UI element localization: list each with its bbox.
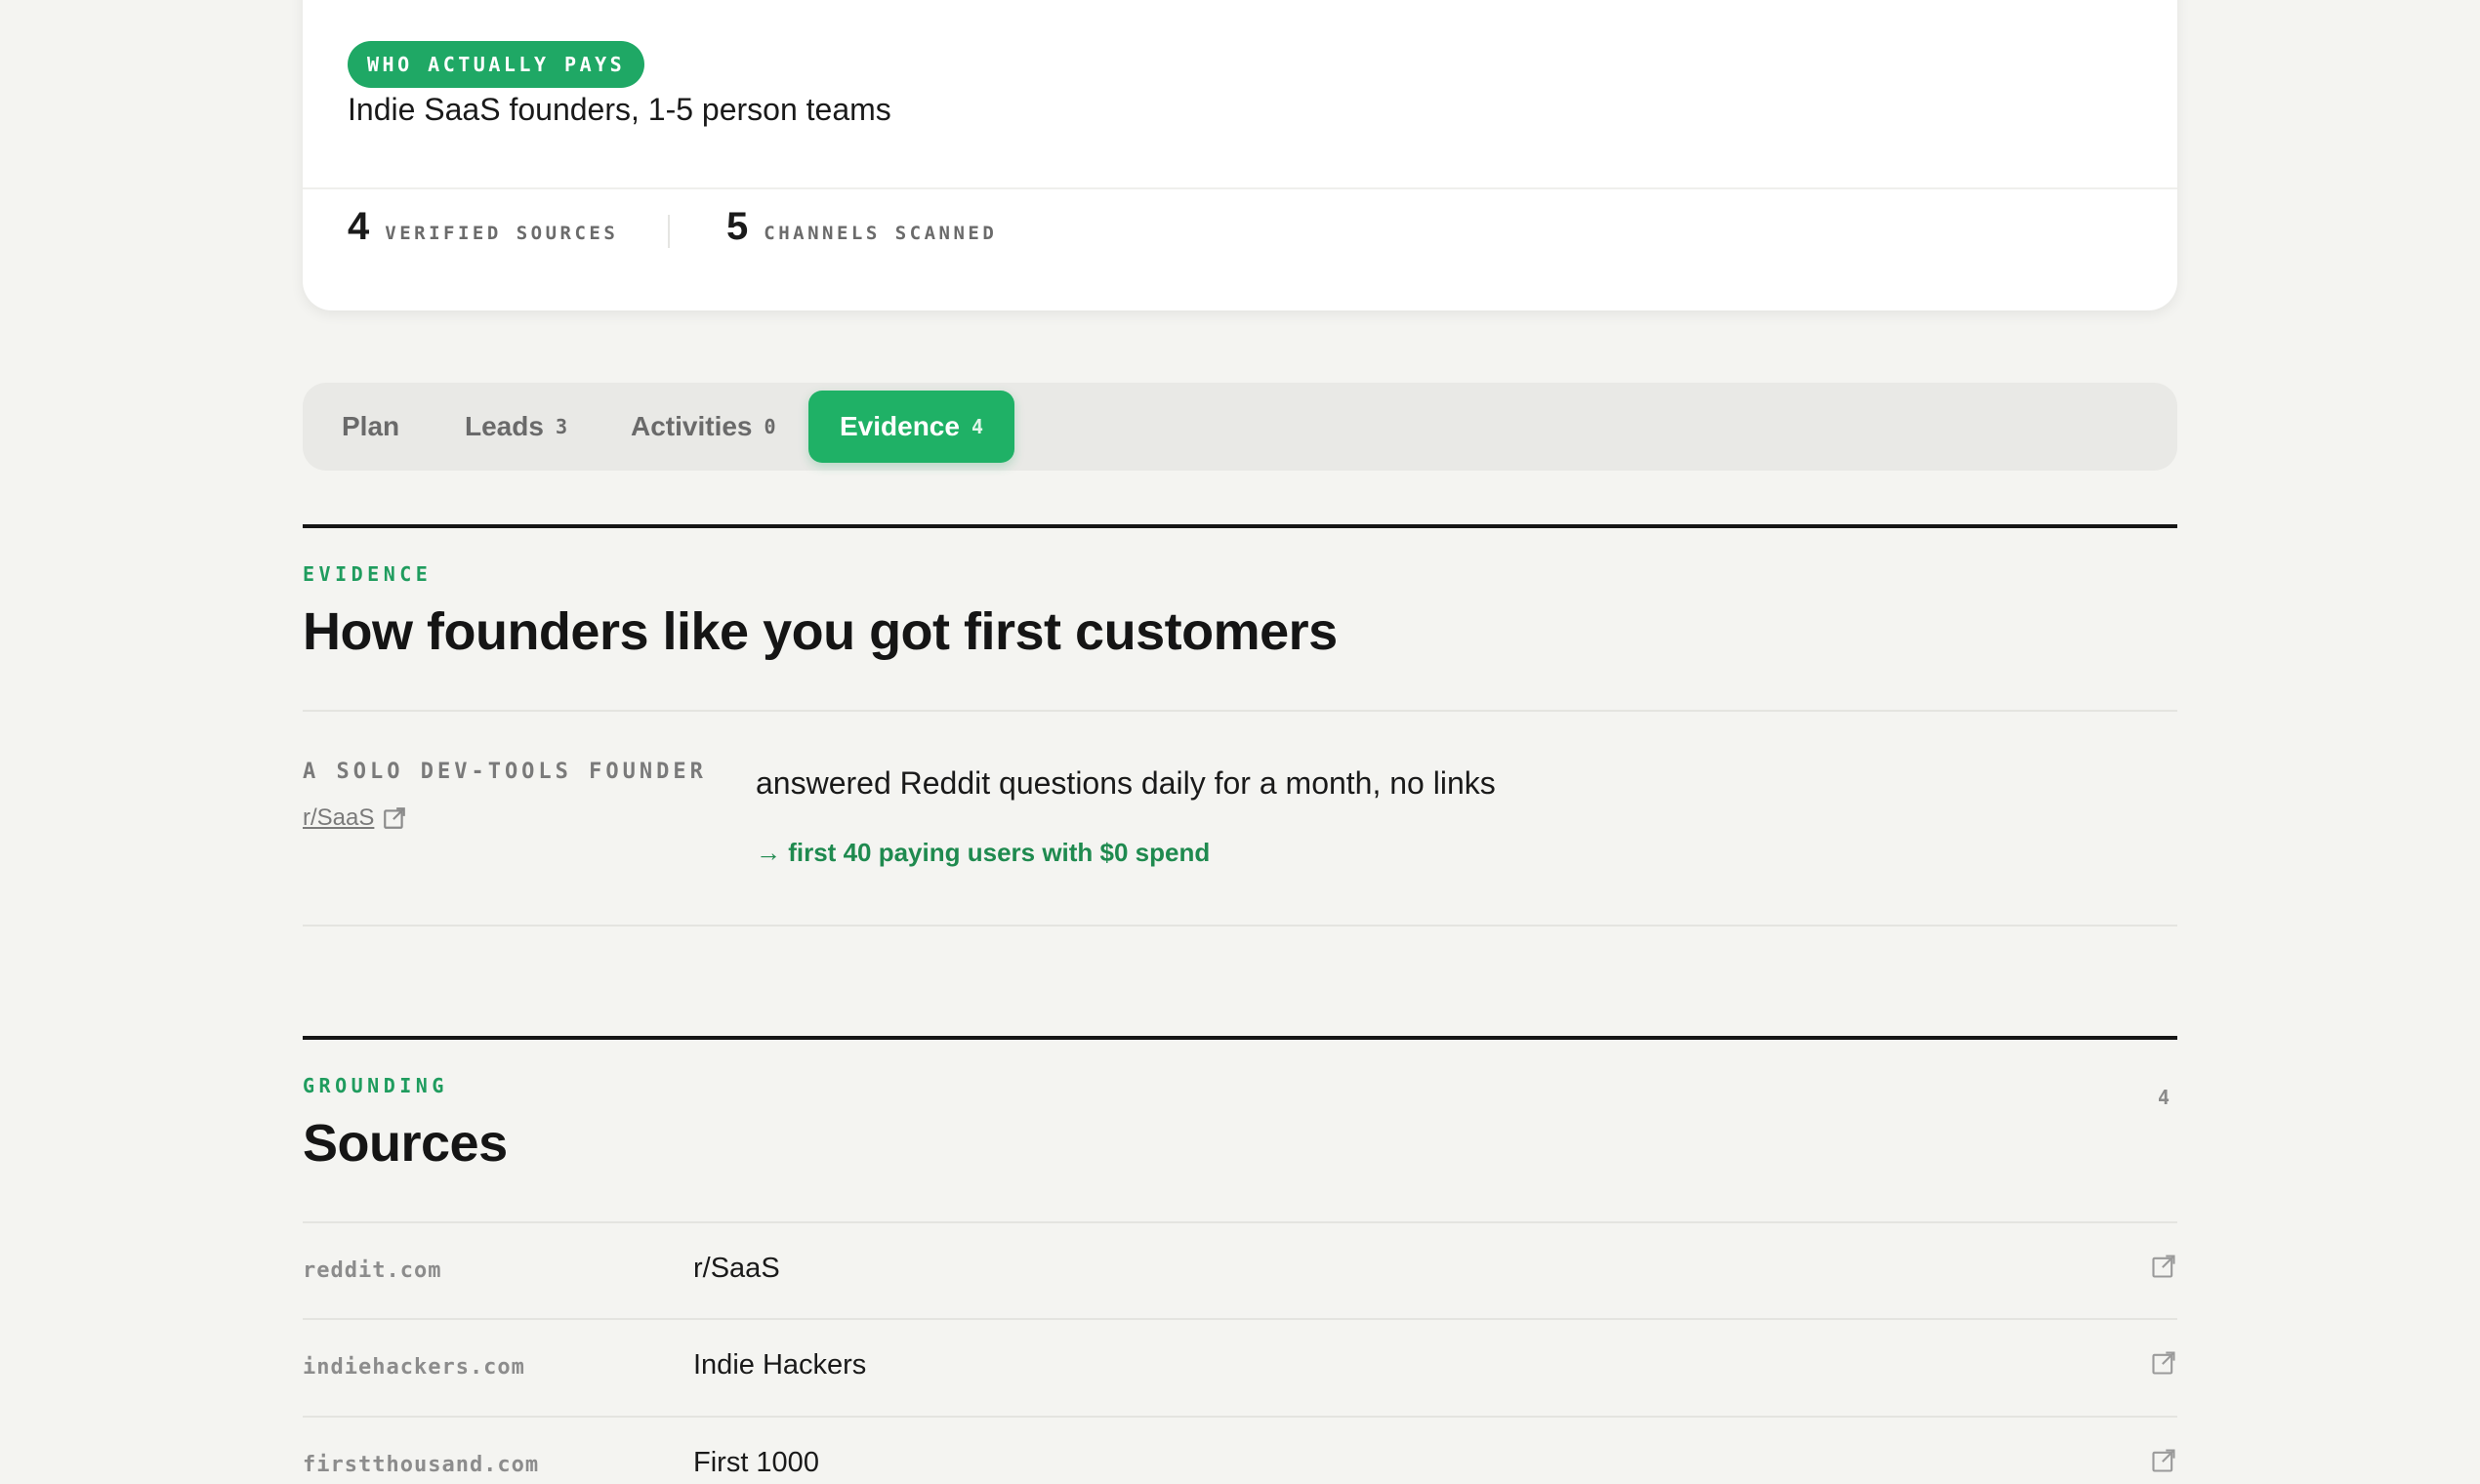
tab-plan[interactable]: Plan: [310, 391, 431, 463]
source-domain: reddit.com: [303, 1258, 442, 1283]
source-name: r/SaaS: [693, 1253, 780, 1284]
tab-activities[interactable]: Activities 0: [599, 391, 807, 463]
stat-verified-sources: 4 VERIFIED SOURCES: [348, 205, 618, 249]
source-row[interactable]: indiehackers.com Indie Hackers: [303, 1320, 2177, 1416]
audience-text: Indie SaaS founders, 1-5 person teams: [348, 92, 891, 127]
tab-label: Evidence: [840, 411, 960, 441]
stat-channels-scanned: 5 CHANNELS SCANNED: [726, 205, 997, 249]
section-divider: [303, 1036, 2177, 1040]
source-row[interactable]: reddit.com r/SaaS: [303, 1223, 2177, 1319]
source-domain: firstthousand.com: [303, 1453, 540, 1477]
summary-card: WHO ACTUALLY PAYS Indie SaaS founders, 1…: [303, 0, 2177, 310]
evidence-source-link[interactable]: r/SaaS: [303, 804, 407, 832]
stat-label: VERIFIED SOURCES: [385, 223, 619, 244]
tab-evidence[interactable]: Evidence 4: [808, 391, 1014, 463]
external-link-icon[interactable]: [2150, 1253, 2177, 1280]
tab-count: 0: [764, 415, 776, 438]
tab-count: 3: [555, 415, 567, 438]
stat-separator: [668, 215, 670, 248]
evidence-who: A SOLO DEV-TOOLS FOUNDER: [303, 760, 707, 784]
evidence-result: → first 40 paying users with $0 spend: [756, 838, 1211, 867]
sources-title: Sources: [303, 1114, 508, 1173]
source-name: First 1000: [693, 1447, 819, 1478]
external-link-icon[interactable]: [2150, 1447, 2177, 1474]
source-domain: indiehackers.com: [303, 1355, 525, 1380]
source-name: Indie Hackers: [693, 1349, 867, 1381]
external-link-icon: [384, 807, 406, 829]
evidence-title: How founders like you got first customer…: [303, 602, 1338, 661]
source-row[interactable]: firstthousand.com First 1000: [303, 1418, 2177, 1484]
tab-bar: Plan Leads 3 Activities 0 Evidence 4: [303, 383, 2177, 471]
row-divider: [303, 710, 2177, 712]
tab-count: 4: [971, 415, 983, 438]
tab-leads[interactable]: Leads 3: [434, 391, 599, 463]
card-divider: [303, 187, 2177, 189]
audience-badge: WHO ACTUALLY PAYS: [348, 41, 645, 88]
tab-label: Plan: [342, 411, 400, 441]
row-divider: [303, 925, 2177, 927]
evidence-source-label: r/SaaS: [303, 804, 375, 831]
sources-count: 4: [2158, 1086, 2170, 1109]
evidence-action: answered Reddit questions daily for a mo…: [756, 765, 1496, 801]
section-divider: [303, 524, 2177, 528]
external-link-icon[interactable]: [2150, 1349, 2177, 1377]
grounding-eyebrow: GROUNDING: [303, 1074, 448, 1097]
tab-label: Leads: [465, 411, 544, 441]
evidence-eyebrow: EVIDENCE: [303, 562, 433, 586]
tab-label: Activities: [631, 411, 753, 441]
stat-label: CHANNELS SCANNED: [764, 223, 998, 244]
stat-value: 4: [348, 205, 370, 248]
stat-value: 5: [726, 205, 749, 248]
